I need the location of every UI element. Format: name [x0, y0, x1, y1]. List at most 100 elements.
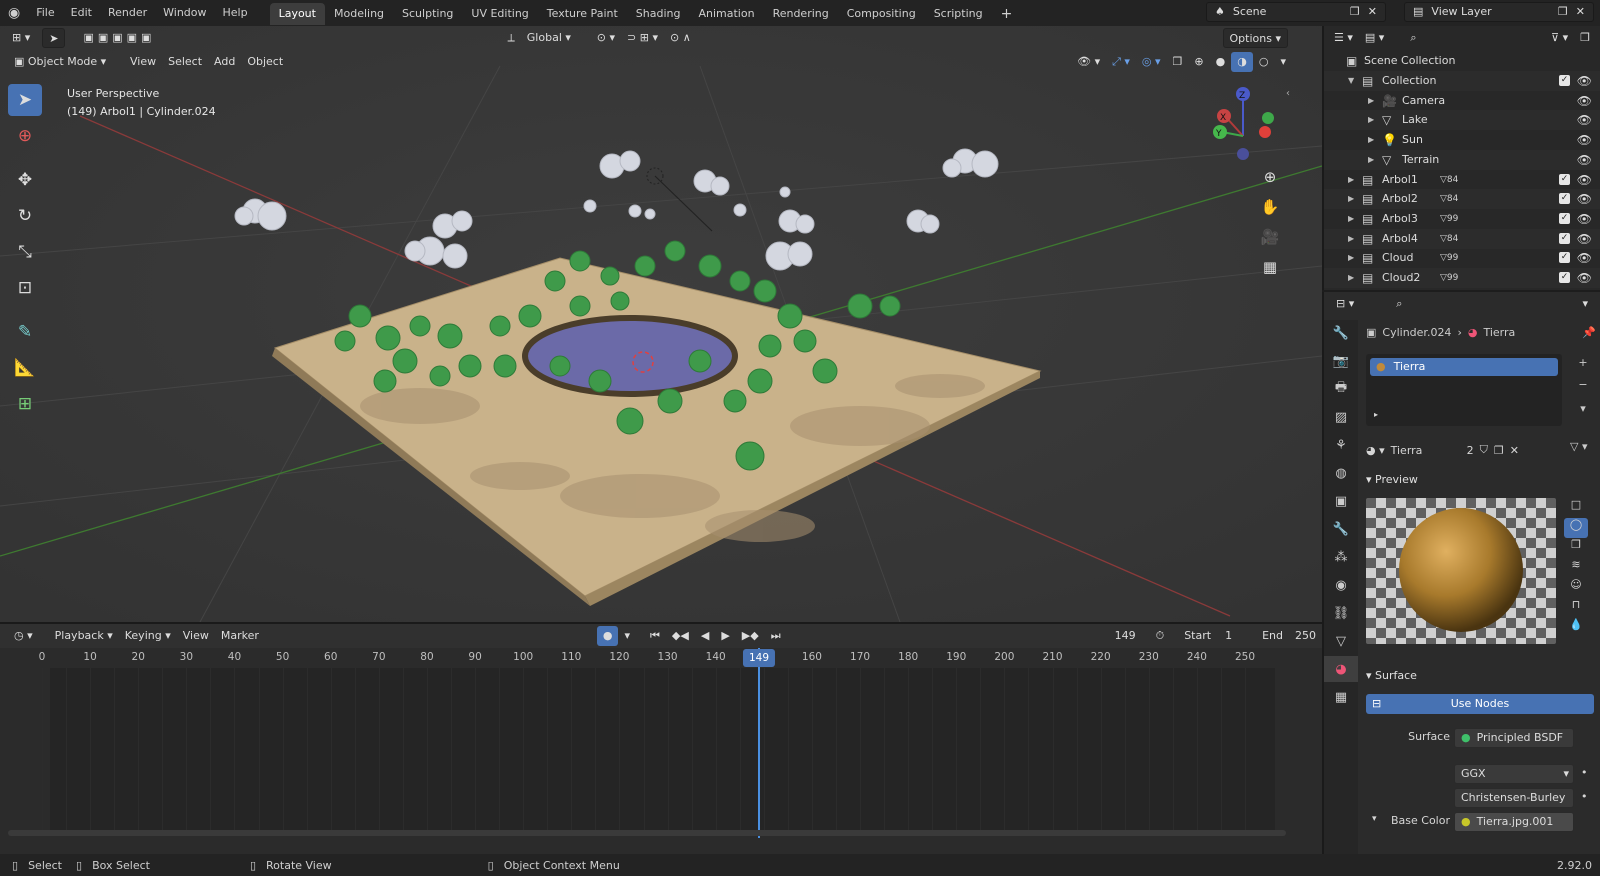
copy-scene-icon[interactable]: ❐: [1350, 3, 1360, 21]
ortho-toggle-grid-icon[interactable]: ▦: [1257, 254, 1283, 280]
preview-range-icon[interactable]: ⏱: [1150, 626, 1171, 646]
auto-keying-button[interactable]: ●: [596, 626, 619, 646]
child-count-badge[interactable]: ▽84: [1440, 170, 1458, 190]
sidebar-toggle-chevron-icon[interactable]: ‹: [1286, 88, 1290, 99]
output-tab-icon[interactable]: 🖶: [1324, 376, 1358, 402]
pin-icon[interactable]: 📌: [1582, 326, 1596, 339]
subsurface-method-dropdown[interactable]: Christensen-Burley▾: [1454, 788, 1574, 822]
expand-arrow-icon[interactable]: ▶: [1348, 170, 1354, 190]
child-count-badge[interactable]: ▽99: [1440, 248, 1458, 268]
material-slot-row[interactable]: ● Tierra: [1370, 358, 1558, 376]
preview-cloth-icon[interactable]: ⊓: [1564, 598, 1588, 618]
scale-tool-icon[interactable]: ⤡: [8, 236, 42, 268]
visibility-icon[interactable]: 👁 ▾: [1071, 52, 1106, 72]
outliner-row-arbol2[interactable]: ▶ ▤ Arbol2 ▽84 ✓ 👁: [1324, 189, 1600, 210]
outliner-search-icon[interactable]: ⌕: [1404, 28, 1422, 48]
gizmo-toggle-icon[interactable]: ⤢ ▾: [1106, 52, 1136, 72]
scene-tab-icon[interactable]: ⚘: [1324, 432, 1358, 458]
scene-selector[interactable]: ♠ Scene ❐ ✕: [1206, 2, 1386, 22]
timeline-editor[interactable]: ◷ ▾ Playback ▾ Keying ▾ View Marker ● ▾ …: [0, 622, 1322, 854]
menu-view[interactable]: View: [124, 52, 162, 72]
expand-arrow-icon[interactable]: ▶: [1348, 268, 1354, 288]
expand-arrow-icon[interactable]: ▶: [1368, 150, 1374, 170]
play-icon[interactable]: ▶: [715, 626, 735, 646]
object-mode-dropdown[interactable]: ▣ Object Mode ▾: [8, 52, 114, 72]
outliner-row-arbol1[interactable]: ▶ ▤ Arbol1 ▽84 ✓ 👁: [1324, 170, 1600, 190]
particles-tab-icon[interactable]: ⁂: [1324, 544, 1358, 570]
tab-shading[interactable]: Shading: [627, 3, 690, 25]
object-tab-icon[interactable]: ▣: [1324, 488, 1358, 514]
material-user-count[interactable]: 2: [1467, 444, 1474, 457]
visibility-eye-icon[interactable]: 👁: [1577, 170, 1592, 190]
properties-search-icon[interactable]: ⌕: [1390, 294, 1408, 314]
play-reverse-icon[interactable]: ◀: [695, 626, 715, 646]
copy-view-layer-icon[interactable]: ❐: [1558, 3, 1568, 21]
child-count-badge[interactable]: ▽99: [1440, 209, 1458, 229]
visibility-eye-icon[interactable]: 👁: [1577, 189, 1592, 209]
add-workspace-button[interactable]: +: [992, 3, 1022, 25]
exclude-checkbox[interactable]: ✓: [1559, 173, 1570, 185]
menu-object[interactable]: Object: [241, 52, 289, 72]
material-browse-icon[interactable]: ◕ ▾: [1366, 444, 1385, 457]
world-tab-icon[interactable]: ◍: [1324, 460, 1358, 486]
material-preview-shading-icon[interactable]: ◑: [1231, 52, 1253, 72]
shading-options-icon[interactable]: ▾: [1274, 52, 1292, 72]
outliner-row-terrain[interactable]: ▶ ▽ Terrain 👁: [1324, 149, 1600, 170]
add-cube-tool-icon[interactable]: ⊞: [8, 388, 42, 420]
tab-uv-editing[interactable]: UV Editing: [462, 3, 537, 25]
transform-orientation-dropdown[interactable]: Global ▾: [521, 28, 591, 48]
outliner-filter-icon[interactable]: ⊽ ▾: [1545, 28, 1574, 48]
preview-hair-icon[interactable]: ≋: [1564, 558, 1588, 578]
material-datablock-name[interactable]: Tierra: [1391, 444, 1461, 457]
zoom-icon[interactable]: ⊕: [1257, 164, 1283, 190]
menu-view-timeline[interactable]: View: [177, 626, 215, 646]
visibility-eye-icon[interactable]: 👁: [1577, 248, 1592, 268]
properties-editor-type-icon[interactable]: ⊟ ▾: [1330, 294, 1360, 314]
menu-help[interactable]: Help: [215, 0, 256, 26]
menu-window[interactable]: Window: [155, 0, 214, 26]
timeline-editor-type-icon[interactable]: ◷ ▾: [8, 626, 39, 646]
xray-toggle-icon[interactable]: ❐: [1167, 52, 1189, 72]
3d-viewport[interactable]: Z X Y ⊞ ▾ ➤ ▣▣▣▣▣ ⟂ Global ▾ ⊙ ▾ ⊃ ⊞ ▾ ⊙…: [0, 26, 1322, 622]
surface-section-header[interactable]: ▾ Surface: [1366, 666, 1596, 686]
outliner-editor-type-icon[interactable]: ☰ ▾: [1328, 28, 1359, 48]
base-color-expand-icon[interactable]: ▾: [1372, 814, 1377, 824]
menu-select[interactable]: Select: [162, 52, 208, 72]
visibility-eye-icon[interactable]: 👁: [1577, 110, 1592, 130]
jump-next-keyframe-icon[interactable]: ▶◆: [736, 626, 765, 646]
display-mode-icon[interactable]: ▤ ▾: [1359, 28, 1390, 48]
outliner-row-cloud2[interactable]: ▶ ▤ Cloud2 ▽99 ✓ 👁: [1324, 268, 1600, 288]
editor-type-button[interactable]: ⊞ ▾: [6, 28, 36, 48]
slot-add-button[interactable]: +: [1574, 356, 1592, 374]
blender-logo-icon[interactable]: ◉: [0, 0, 28, 26]
surface-shader-field[interactable]: ● Principled BSDF: [1454, 728, 1574, 748]
outliner-row-sun[interactable]: ▶ 💡 Sun 👁: [1324, 130, 1600, 150]
pivot-point-icon[interactable]: ⊙ ▾: [591, 28, 621, 48]
scene-collection-row[interactable]: ▣ Scene Collection: [1324, 51, 1600, 71]
slot-list-expand-icon[interactable]: ▸: [1374, 410, 1378, 419]
menu-render[interactable]: Render: [100, 0, 155, 26]
wireframe-shading-icon[interactable]: ⊕: [1188, 52, 1209, 72]
timeline-keyframe-area[interactable]: [42, 668, 1275, 836]
child-count-badge[interactable]: ▽99: [1440, 268, 1458, 288]
duplicate-material-icon[interactable]: ❐: [1494, 444, 1504, 457]
expand-arrow-icon[interactable]: ▶: [1348, 229, 1354, 249]
visibility-eye-icon[interactable]: 👁: [1577, 130, 1592, 150]
preview-section-header[interactable]: ▾ Preview: [1366, 470, 1596, 490]
pan-hand-icon[interactable]: ✋: [1257, 194, 1283, 220]
annotate-tool-icon[interactable]: ✎: [8, 316, 42, 348]
menu-keying[interactable]: Keying ▾: [119, 626, 177, 646]
delete-view-layer-icon[interactable]: ✕: [1576, 3, 1585, 21]
gizmo-neg-z[interactable]: [1237, 148, 1249, 160]
expand-arrow-icon[interactable]: ▶: [1368, 91, 1374, 111]
current-frame-field[interactable]: 149: [1109, 626, 1142, 646]
distribution-animate-dot[interactable]: •: [1581, 766, 1588, 779]
outliner-row-collection[interactable]: ▼ ▤ Collection ✓ 👁: [1324, 71, 1600, 91]
outliner-row-camera[interactable]: ▶ 🎥 Camera 👁: [1324, 91, 1600, 111]
menu-marker[interactable]: Marker: [215, 626, 265, 646]
timeline-playhead[interactable]: [757, 648, 760, 838]
end-frame-field[interactable]: 250: [1289, 626, 1322, 646]
snap-icon[interactable]: ⊃ ⊞ ▾: [621, 28, 664, 48]
cursor-tool-icon[interactable]: ⊕: [8, 120, 42, 152]
expand-arrow-icon[interactable]: ▶: [1368, 130, 1374, 150]
